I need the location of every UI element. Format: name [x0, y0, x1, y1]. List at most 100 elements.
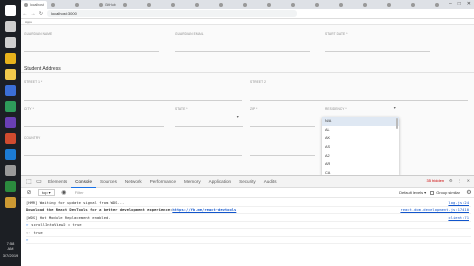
app-icon[interactable] — [5, 149, 16, 160]
browser-tab[interactable] — [384, 1, 407, 9]
browser-tab[interactable] — [336, 1, 359, 9]
chevron-down-icon[interactable]: ▼ — [393, 106, 396, 110]
task-view-icon[interactable] — [5, 37, 16, 48]
chrome-icon[interactable] — [5, 53, 16, 64]
browser-tab[interactable] — [72, 1, 95, 9]
app-icon[interactable] — [5, 165, 16, 176]
devtools-tab-audits[interactable]: Audits — [260, 176, 281, 188]
group-similar-toggle[interactable]: Group similar — [430, 190, 460, 195]
bookmark-item[interactable]: Apps — [25, 20, 32, 24]
dropdown-option[interactable]: AS — [322, 143, 399, 152]
residency-label: RESIDENCY * — [325, 107, 347, 111]
app-icon[interactable] — [5, 133, 16, 144]
browser-tab[interactable] — [312, 1, 335, 9]
empty-field-line — [250, 155, 315, 156]
eye-icon[interactable]: ◉ — [59, 189, 69, 196]
browser-tab[interactable] — [192, 1, 215, 9]
guardian-name-input[interactable] — [24, 51, 159, 52]
checkbox-icon[interactable] — [430, 190, 435, 195]
zip-input[interactable] — [250, 126, 315, 127]
forward-icon[interactable]: → — [29, 11, 37, 17]
url-text: localhost:3000 — [51, 11, 77, 16]
browser-tab[interactable]: localhost — [21, 0, 47, 9]
guardian-name-label: GUARDIAN NAME — [24, 32, 53, 36]
console-source-link[interactable]: log.js:24 — [448, 200, 469, 205]
favicon-icon — [410, 2, 415, 7]
back-icon[interactable]: ← — [21, 11, 29, 17]
app-icon[interactable] — [5, 181, 16, 192]
devtools-tab-security[interactable]: Security — [235, 176, 260, 188]
taskbar-date[interactable]: 3/7/2019 — [0, 253, 21, 258]
browser-tab[interactable] — [120, 1, 143, 9]
minimize-icon[interactable]: – — [449, 1, 452, 7]
address-bar[interactable]: localhost:3000 — [47, 10, 297, 17]
windows-icon[interactable] — [5, 5, 16, 16]
inspect-element-icon[interactable]: ⬚ — [24, 178, 34, 185]
devtools-tab-application[interactable]: Application — [205, 176, 235, 188]
console-source-link[interactable]: react-dom.development.js:17410 — [400, 207, 469, 212]
devtools-tab-console[interactable]: Console — [71, 176, 97, 188]
devtools-tab-elements[interactable]: Elements — [44, 176, 71, 188]
console-line: [HMR] Waiting for update signal from WDS… — [26, 199, 471, 207]
favicon-icon — [338, 2, 343, 7]
favicon-icon — [218, 2, 223, 7]
dropdown-option[interactable]: A2 — [322, 151, 399, 160]
devtools-tab-network[interactable]: Network — [121, 176, 146, 188]
log-levels-dropdown[interactable]: Default levels ▾ — [399, 190, 426, 195]
devtools-tab-memory[interactable]: Memory — [180, 176, 205, 188]
browser-tab[interactable] — [264, 1, 287, 9]
more-options-icon[interactable]: ⋮ — [458, 178, 462, 183]
dropdown-option[interactable]: N/A — [322, 117, 399, 126]
browser-tab[interactable] — [288, 1, 311, 9]
app-icon[interactable] — [5, 197, 16, 208]
chevron-down-icon[interactable]: ▼ — [236, 115, 239, 119]
dropdown-scrollbar[interactable] — [396, 118, 398, 129]
street1-input[interactable] — [24, 100, 242, 101]
guardian-email-input[interactable] — [175, 51, 310, 52]
close-icon[interactable]: ✕ — [467, 1, 471, 7]
dropdown-option[interactable]: AR — [322, 160, 399, 169]
settings-icon[interactable]: ⚙ — [449, 178, 453, 183]
favicon-icon — [122, 2, 127, 7]
device-toolbar-icon[interactable]: ▭ — [34, 178, 44, 185]
console-source-link[interactable]: client:71 — [448, 215, 469, 220]
clear-console-icon[interactable]: ⊘ — [24, 189, 34, 196]
dropdown-option[interactable]: AK — [322, 134, 399, 143]
street2-input[interactable] — [250, 100, 468, 101]
browser-toolbar: ← → ↻ localhost:3000 — [21, 9, 474, 19]
close-devtools-icon[interactable]: ✕ — [467, 178, 470, 183]
console-input[interactable]: > — [26, 237, 471, 244]
devtools-tab-performance[interactable]: Performance — [146, 176, 180, 188]
zip-label: ZIP * — [250, 107, 258, 111]
favicon-icon — [242, 2, 247, 7]
residency-dropdown-list[interactable]: N/A AL AK AS A2 AR CA — [322, 117, 399, 175]
explorer-icon[interactable] — [5, 69, 16, 80]
console-filter-input[interactable]: Filter — [73, 189, 133, 196]
state-select[interactable] — [175, 126, 243, 127]
browser-tab[interactable] — [168, 1, 191, 9]
section-divider — [21, 72, 474, 73]
browser-tab[interactable] — [240, 1, 263, 9]
city-input[interactable] — [24, 126, 164, 127]
app-icon[interactable] — [5, 101, 16, 112]
browser-tab[interactable] — [216, 1, 239, 9]
app-icon[interactable] — [5, 117, 16, 128]
browser-tab[interactable] — [144, 1, 167, 9]
country-input[interactable] — [24, 155, 242, 156]
browser-tab[interactable] — [360, 1, 383, 9]
dropdown-option[interactable]: AL — [322, 126, 399, 135]
browser-tab[interactable]: GitHub — [96, 1, 119, 9]
start-date-input[interactable] — [325, 51, 430, 52]
taskbar-time[interactable]: 7:58 AM — [0, 241, 21, 251]
console-link[interactable]: https://fb.me/react-devtools — [172, 207, 236, 212]
app-icon[interactable] — [5, 85, 16, 96]
browser-tab[interactable] — [48, 1, 71, 9]
browser-tab[interactable] — [408, 1, 431, 9]
search-icon[interactable] — [5, 21, 16, 32]
reload-icon[interactable]: ↻ — [37, 11, 45, 17]
devtools-tab-sources[interactable]: Sources — [96, 176, 121, 188]
favicon-icon — [98, 2, 103, 7]
maximize-icon[interactable]: □ — [458, 1, 461, 7]
context-selector[interactable]: top ▾ — [38, 189, 55, 196]
console-settings-icon[interactable]: ⚙ — [464, 189, 474, 196]
